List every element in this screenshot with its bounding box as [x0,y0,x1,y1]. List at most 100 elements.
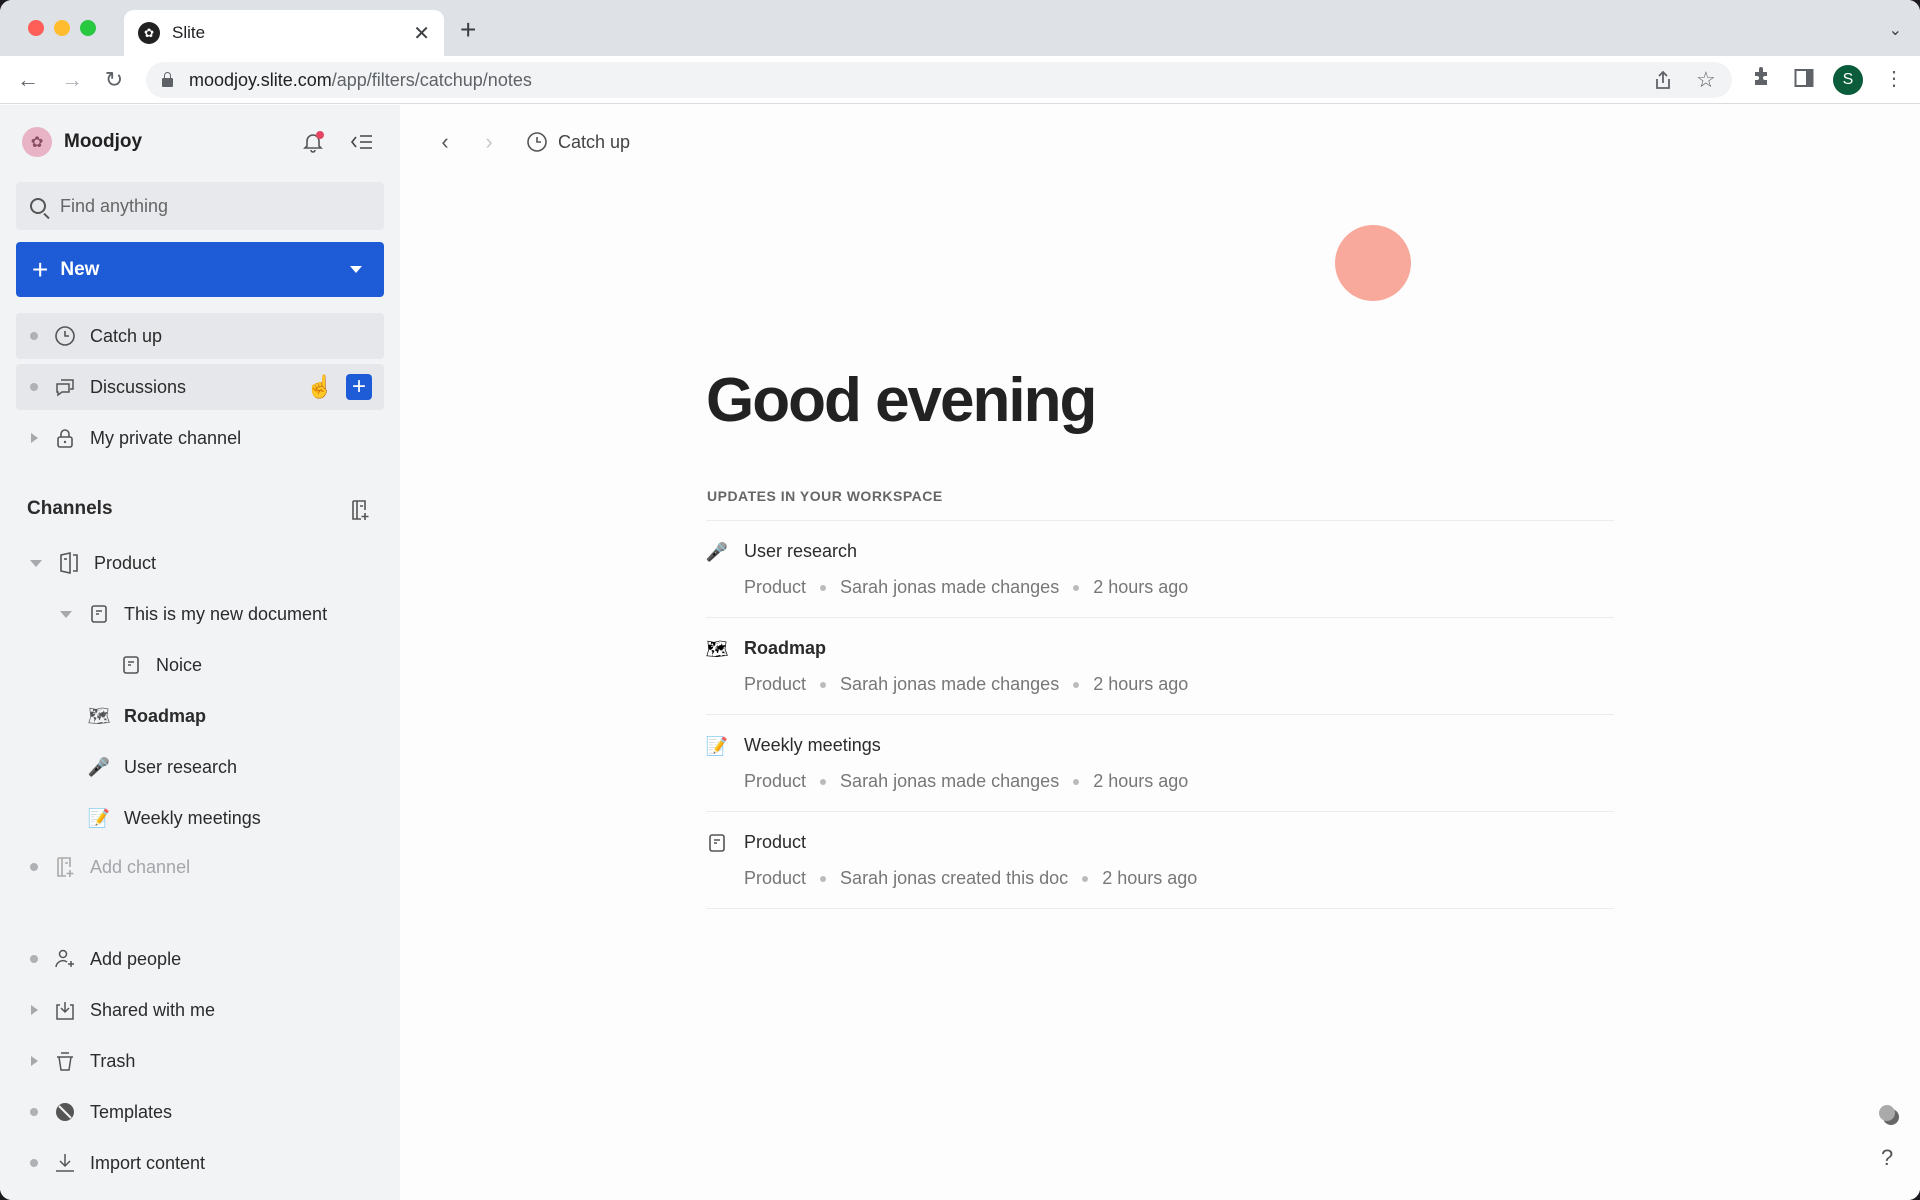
collapse-sidebar-icon[interactable] [350,133,374,151]
sidebar-item-import-content[interactable]: Import content [16,1140,384,1186]
separator-dot [820,778,827,785]
update-row[interactable]: 🗺 Roadmap Product Sarah jonas made chang… [706,618,1614,715]
bullet [30,332,38,340]
help-button[interactable]: ? [1881,1145,1893,1171]
browser-toolbar: ← → ↻ moodjoy.slite.com/app/filters/catc… [0,56,1920,104]
sidebar-item-label: Catch up [90,325,163,346]
minimize-window-button[interactable] [54,20,70,36]
collapse-arrow-icon[interactable] [30,559,42,567]
sidebar-icon[interactable] [1794,68,1814,88]
back-arrow-icon[interactable]: ‹ [430,129,460,155]
search-input[interactable]: Find anything [16,182,384,230]
doc-user-research[interactable]: 🎤 User research [88,747,237,787]
doc-icon [120,654,142,676]
search-placeholder: Find anything [60,195,169,216]
update-meta: Product Sarah jonas made changes 2 hours… [744,771,1188,792]
update-time: 2 hours ago [1093,674,1189,694]
collapse-arrow-icon[interactable] [60,610,72,618]
update-channel: Product [744,771,807,791]
update-channel: Product [744,577,807,597]
url-text[interactable]: moodjoy.slite.com/app/filters/catchup/no… [189,70,532,91]
tab-search-chevron-icon[interactable]: ⌄ [1889,20,1902,40]
extensions-icon[interactable] [1752,66,1772,88]
address-bar[interactable]: moodjoy.slite.com/app/filters/catchup/no… [146,62,1732,98]
update-time: 2 hours ago [1102,868,1198,888]
update-title[interactable]: Roadmap [744,638,826,659]
sidebar-item-label: Import content [90,1152,206,1173]
maximize-window-button[interactable] [80,20,96,36]
channel-icon [58,552,80,574]
sidebar-item-my-private-channel[interactable]: My private channel [16,415,384,461]
browser-tab[interactable]: ✿ Slite ✕ [124,10,444,56]
sidebar-item-shared-with-me[interactable]: Shared with me [16,987,384,1033]
clock-icon [54,325,76,347]
lock-icon [54,427,76,449]
expand-arrow-icon[interactable] [31,433,38,443]
update-title[interactable]: Product [744,832,806,853]
menu-icon[interactable]: ⋮ [1884,66,1904,91]
sidebar-item-add-people[interactable]: Add people [16,936,384,982]
expand-arrow-icon[interactable] [31,1005,38,1015]
memo-emoji-icon: 📝 [87,807,111,828]
slite-favicon-icon: ✿ [138,22,160,44]
separator-dot [820,681,827,688]
forward-arrow-icon[interactable]: › [474,129,504,155]
new-button[interactable]: + New [16,242,384,297]
expand-arrow-icon[interactable] [31,1056,38,1066]
memo-emoji-icon: 📝 [705,735,729,756]
sidebar-item-label: Trash [90,1050,136,1071]
sidebar-item-discussions[interactable]: Discussions ☝ + [16,364,384,410]
doc-weekly-meetings[interactable]: 📝 Weekly meetings [88,798,261,838]
bullet [30,863,38,871]
tab-close-icon[interactable]: ✕ [413,21,430,46]
chat-bubble-icon[interactable] [1877,1103,1899,1125]
add-channel-icon [54,856,76,878]
doc-label: Roadmap [124,705,207,726]
update-channel: Product [744,674,807,694]
close-window-button[interactable] [28,20,44,36]
update-row[interactable]: 🎤 User research Product Sarah jonas made… [706,521,1614,618]
update-title[interactable]: User research [744,541,857,562]
forward-icon[interactable]: → [58,66,86,94]
doc-label: Noice [156,654,203,675]
caret-down-icon[interactable] [350,266,362,273]
doc-this-is-my-new-document[interactable]: This is my new document [60,594,327,634]
notification-dot [316,131,324,139]
hand-cursor-icon: ☝ [306,374,334,399]
sidebar-item-catch-up[interactable]: Catch up [16,313,384,359]
separator-dot [1073,584,1080,591]
channels-heading: Channels [27,498,113,519]
share-icon[interactable] [1654,70,1672,90]
separator-dot [820,875,827,882]
microphone-emoji-icon: 🎤 [87,756,111,777]
update-title[interactable]: Weekly meetings [744,735,881,756]
update-row[interactable]: Product Product Sarah jonas created this… [706,812,1614,909]
decorative-blob [1335,225,1411,301]
sidebar-item-trash[interactable]: Trash [16,1038,384,1084]
doc-roadmap[interactable]: 🗺 Roadmap [88,696,206,736]
add-discussion-button[interactable]: + [346,374,372,400]
workspace-header[interactable]: ✿ Moodjoy [22,127,142,157]
add-channel-icon[interactable] [350,499,370,520]
separator-dot [820,584,827,591]
update-action: Sarah jonas made changes [840,674,1060,694]
add-channel-button[interactable]: Add channel [16,844,384,890]
update-channel: Product [744,868,807,888]
new-tab-button[interactable]: + [460,16,476,44]
channel-product[interactable]: Product [30,543,156,583]
sidebar-item-templates[interactable]: Templates [16,1089,384,1135]
doc-icon [706,832,728,854]
bullet [30,1108,38,1116]
chat-icon [54,376,76,398]
main-content: ‹ › Catch up Good evening UPDATES IN YOU… [400,105,1920,1200]
star-icon[interactable]: ☆ [1696,67,1716,93]
breadcrumb-title[interactable]: Catch up [558,132,630,153]
back-icon[interactable]: ← [14,66,42,94]
update-row[interactable]: 📝 Weekly meetings Product Sarah jonas ma… [706,715,1614,812]
separator-dot [1073,778,1080,785]
tab-strip: ✿ Slite ✕ + ⌄ [0,0,1920,56]
profile-avatar[interactable]: S [1833,65,1863,95]
reload-icon[interactable]: ↻ [100,66,128,94]
import-icon [54,1152,76,1174]
doc-noice[interactable]: Noice [120,645,202,685]
